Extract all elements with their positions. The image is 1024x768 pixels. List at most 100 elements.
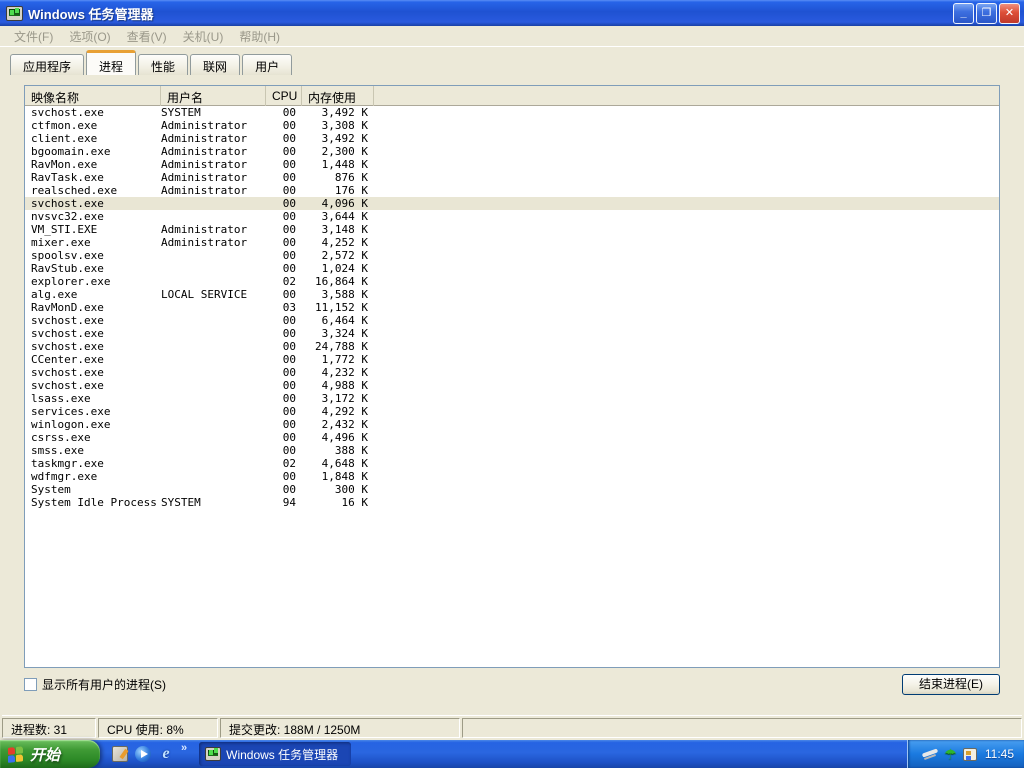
table-cell: 16,864 K bbox=[315, 275, 368, 288]
table-row[interactable]: taskmgr.exe 02 4,648 K bbox=[25, 457, 999, 470]
table-cell: RavMon.exe bbox=[31, 158, 98, 171]
table-row[interactable]: wdfmgr.exe 00 1,848 K bbox=[25, 470, 999, 483]
table-cell bbox=[161, 457, 266, 470]
table-row[interactable]: CCenter.exe 00 1,772 K bbox=[25, 353, 999, 366]
input-language-icon[interactable] bbox=[962, 747, 977, 761]
table-cell: Administrator bbox=[161, 236, 248, 249]
table-row[interactable]: services.exe 00 4,292 K bbox=[25, 405, 999, 418]
column-header-image-name[interactable]: 映像名称 bbox=[25, 86, 161, 106]
menu-item[interactable]: 帮助(H) bbox=[231, 26, 288, 47]
task-manager-icon bbox=[205, 747, 222, 761]
table-row[interactable]: spoolsv.exe 00 2,572 K bbox=[25, 249, 999, 262]
column-header-user-name[interactable]: 用户名 bbox=[161, 86, 266, 106]
show-all-users-option[interactable]: 显示所有用户的进程(S) bbox=[24, 676, 166, 693]
table-cell: spoolsv.exe bbox=[31, 249, 104, 262]
table-cell: 02 bbox=[282, 457, 296, 470]
column-header-cpu[interactable]: CPU bbox=[266, 86, 302, 106]
table-cell: 1,848 K bbox=[321, 470, 368, 483]
table-cell: 00 bbox=[282, 431, 296, 444]
taskbar-task-button[interactable]: Windows 任务管理器 bbox=[199, 742, 352, 766]
table-cell: 4,648 K bbox=[321, 457, 368, 470]
media-player-icon[interactable] bbox=[135, 746, 151, 762]
table-row[interactable]: svchost.exe 00 4,988 K bbox=[25, 379, 999, 392]
table-row[interactable]: smss.exe 00 388 K bbox=[25, 444, 999, 457]
table-row[interactable]: svchost.exe 00 4,096 K bbox=[25, 197, 999, 210]
table-row[interactable]: client.exe Administrator 00 3,492 K bbox=[25, 132, 999, 145]
table-cell: 24,788 K bbox=[315, 340, 368, 353]
table-row[interactable]: csrss.exe 00 4,496 K bbox=[25, 431, 999, 444]
table-cell: 4,232 K bbox=[321, 366, 368, 379]
table-cell: 00 bbox=[282, 223, 296, 236]
tab-active[interactable]: 进程 bbox=[86, 50, 137, 75]
task-button-label: Windows 任务管理器 bbox=[226, 747, 339, 762]
table-cell: 00 bbox=[282, 210, 296, 223]
show-all-users-checkbox[interactable] bbox=[24, 678, 37, 691]
table-row[interactable]: RavStub.exe 00 1,024 K bbox=[25, 262, 999, 275]
table-row[interactable]: System 00 300 K bbox=[25, 483, 999, 496]
table-row[interactable]: svchost.exe 00 24,788 K bbox=[25, 340, 999, 353]
close-button[interactable]: ✕ bbox=[999, 2, 1020, 24]
table-row[interactable]: bgoomain.exe Administrator 00 2,300 K bbox=[25, 145, 999, 158]
table-cell: RavMonD.exe bbox=[31, 301, 104, 314]
table-row[interactable]: explorer.exe 02 16,864 K bbox=[25, 275, 999, 288]
table-row[interactable]: alg.exe LOCAL SERVICE 00 3,588 K bbox=[25, 288, 999, 301]
table-cell: mixer.exe bbox=[31, 236, 91, 249]
table-row[interactable]: svchost.exe SYSTEM 00 3,492 K bbox=[25, 106, 999, 119]
column-header-mem-usage[interactable]: 内存使用 bbox=[302, 86, 374, 106]
start-button[interactable]: 开始 bbox=[0, 740, 100, 768]
tab-inactive[interactable]: 用户 bbox=[242, 54, 293, 75]
menu-item[interactable]: 关机(U) bbox=[175, 26, 232, 47]
table-cell: 2,572 K bbox=[321, 249, 368, 262]
table-cell: 3,492 K bbox=[321, 132, 368, 145]
end-process-button[interactable]: 结束进程(E) bbox=[902, 674, 1000, 695]
process-list: 映像名称 用户名 CPU 内存使用 svchost.exe SYSTEM 00 3,4… bbox=[24, 85, 1000, 668]
table-row[interactable]: RavMonD.exe 03 11,152 K bbox=[25, 301, 999, 314]
table-cell: SYSTEM bbox=[161, 496, 201, 509]
table-row[interactable]: nvsvc32.exe 00 3,644 K bbox=[25, 210, 999, 223]
table-cell bbox=[161, 431, 266, 444]
table-cell bbox=[161, 392, 266, 405]
table-row[interactable]: RavMon.exe Administrator 00 1,448 K bbox=[25, 158, 999, 171]
menu-item[interactable]: 查看(V) bbox=[119, 26, 175, 47]
graphics-swoosh-icon[interactable] bbox=[922, 748, 938, 760]
table-row[interactable]: lsass.exe 00 3,172 K bbox=[25, 392, 999, 405]
table-cell bbox=[161, 418, 266, 431]
tab-inactive[interactable]: 应用程序 bbox=[10, 54, 85, 75]
tab-inactive[interactable]: 性能 bbox=[138, 54, 189, 75]
table-row[interactable]: svchost.exe 00 3,324 K bbox=[25, 327, 999, 340]
table-row[interactable]: svchost.exe 00 4,232 K bbox=[25, 366, 999, 379]
table-row[interactable]: mixer.exe Administrator 00 4,252 K bbox=[25, 236, 999, 249]
table-cell: ctfmon.exe bbox=[31, 119, 98, 132]
quick-launch-overflow-chevron[interactable]: » bbox=[181, 740, 187, 754]
table-row[interactable]: VM_STI.EXE Administrator 00 3,148 K bbox=[25, 223, 999, 236]
table-cell: 00 bbox=[282, 236, 296, 249]
table-cell: 1,024 K bbox=[321, 262, 368, 275]
table-row[interactable]: svchost.exe 00 6,464 K bbox=[25, 314, 999, 327]
rising-antivirus-umbrella-icon[interactable]: ☂ bbox=[944, 747, 957, 761]
table-cell: lsass.exe bbox=[31, 392, 91, 405]
table-row[interactable]: ctfmon.exe Administrator 00 3,308 K bbox=[25, 119, 999, 132]
status-process-count: 进程数: 31 bbox=[2, 718, 96, 738]
table-row[interactable]: System Idle Process SYSTEM 94 16 K bbox=[25, 496, 999, 509]
menu-item[interactable]: 选项(O) bbox=[61, 26, 118, 47]
table-cell: svchost.exe bbox=[31, 340, 104, 353]
internet-explorer-icon[interactable]: e bbox=[158, 746, 174, 762]
table-row[interactable]: realsched.exe Administrator 00 176 K bbox=[25, 184, 999, 197]
title-bar[interactable]: Windows 任务管理器 _ ❐ ✕ bbox=[0, 0, 1024, 26]
window-title: Windows 任务管理器 bbox=[28, 6, 154, 22]
table-cell: 388 K bbox=[334, 444, 368, 457]
table-cell: 00 bbox=[282, 106, 296, 119]
menu-item[interactable]: 文件(F) bbox=[6, 26, 61, 47]
column-header-filler bbox=[374, 86, 999, 106]
tab-inactive[interactable]: 联网 bbox=[190, 54, 241, 75]
table-cell: 00 bbox=[282, 483, 296, 496]
show-desktop-icon[interactable] bbox=[112, 746, 128, 762]
table-row[interactable]: winlogon.exe 00 2,432 K bbox=[25, 418, 999, 431]
restore-button[interactable]: ❐ bbox=[976, 2, 997, 24]
menu-bar: 文件(F) 选项(O) 查看(V) 关机(U) 帮助(H) bbox=[0, 26, 1024, 47]
table-cell: 3,492 K bbox=[321, 106, 368, 119]
table-row[interactable]: RavTask.exe Administrator 00 876 K bbox=[25, 171, 999, 184]
table-cell: wdfmgr.exe bbox=[31, 470, 98, 483]
minimize-button[interactable]: _ bbox=[953, 2, 974, 24]
table-cell bbox=[161, 301, 266, 314]
